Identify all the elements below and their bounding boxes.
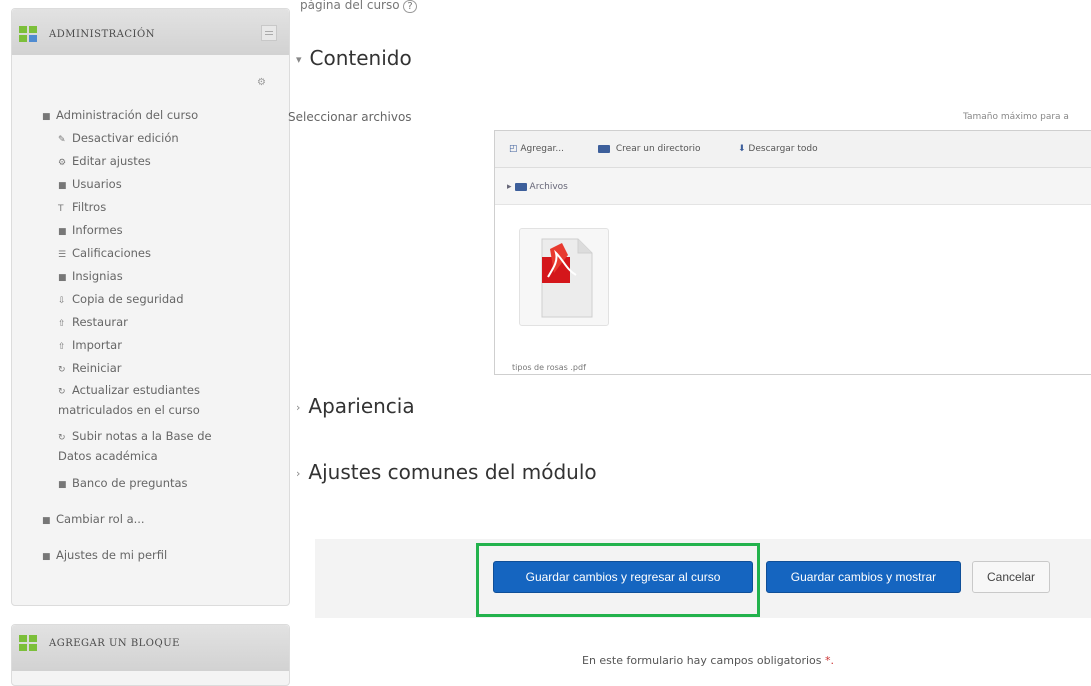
administration-block-header: ADMINISTRACIÓN <box>12 9 289 55</box>
tree-item-update-enrolled-students[interactable]: ↻ Actualizar estudiantes matriculados en … <box>58 381 233 419</box>
add-block-icon <box>19 635 37 651</box>
folder-icon: ■ <box>42 516 51 526</box>
add-block-title: AGREGAR UN BLOQUE <box>49 638 180 649</box>
import-icon: ⇧ <box>58 342 66 352</box>
tree-item-edit-settings[interactable]: ⚙ Editar ajustes <box>58 154 151 170</box>
tree-item-reports[interactable]: ■ Informes <box>58 223 123 239</box>
course-page-text: página del curso ? <box>300 0 417 13</box>
refresh-icon: ↻ <box>58 433 66 443</box>
folder-icon: ■ <box>58 181 67 191</box>
add-block-header: AGREGAR UN BLOQUE <box>12 625 289 671</box>
path-breadcrumb[interactable]: ▸ Archivos <box>507 182 568 192</box>
file-manager-path-bar: ▸ Archivos <box>495 168 1091 205</box>
folder-icon: ■ <box>58 480 67 490</box>
tree-item-question-bank[interactable]: ■ Banco de preguntas <box>58 476 188 492</box>
dock-block-icon[interactable] <box>261 25 277 41</box>
tree-item-users[interactable]: ■ Usuarios <box>58 177 122 193</box>
block-icon <box>19 26 37 42</box>
tree-item-reset[interactable]: ↻ Reiniciar <box>58 361 122 377</box>
gear-icon: ⚙ <box>58 158 67 168</box>
add-block-block: AGREGAR UN BLOQUE <box>11 624 290 686</box>
folder-icon: ■ <box>58 227 67 237</box>
section-apariencia-header[interactable]: › Apariencia <box>296 394 415 418</box>
tree-item-profile-settings[interactable]: ■ Ajustes de mi perfil <box>42 548 167 564</box>
required-fields-note: En este formulario hay campos obligatori… <box>582 654 835 667</box>
tree-item-upload-grades[interactable]: ↻ Subir notas a la Base de Datos académic… <box>58 427 233 465</box>
tree-item-course-admin[interactable]: ■ Administración del curso <box>42 108 198 124</box>
required-star: *. <box>825 654 835 667</box>
file-name[interactable]: tipos de rosas .pdf <box>512 363 586 372</box>
main-content: página del curso ? ▾ Contenido Selecciona… <box>288 0 1091 668</box>
folder-icon: ■ <box>58 273 67 283</box>
expand-arrow-icon: › <box>296 467 301 480</box>
refresh-icon: ↻ <box>58 387 66 397</box>
restore-icon: ⇧ <box>58 319 66 329</box>
max-size-text: Tamaño máximo para a <box>963 112 1069 122</box>
backup-icon: ⇩ <box>58 296 66 306</box>
folder-icon: ■ <box>42 112 51 122</box>
download-icon: ⬇ <box>738 144 746 154</box>
chevron-right-icon: ▸ <box>507 182 512 192</box>
tree-item-switch-role[interactable]: ■ Cambiar rol a... <box>42 512 145 528</box>
highlight-box <box>476 543 760 617</box>
folder-icon: ■ <box>42 552 51 562</box>
cancel-button[interactable]: Cancelar <box>972 561 1050 593</box>
block-settings-gear-icon[interactable]: ⚙ <box>257 77 266 88</box>
expand-arrow-icon: › <box>296 401 301 414</box>
folder-icon <box>598 144 610 153</box>
save-and-display-button[interactable]: Guardar cambios y mostrar <box>766 561 961 593</box>
section-contenido-header[interactable]: ▾ Contenido <box>296 46 412 70</box>
add-file-icon: ◰ <box>509 144 518 154</box>
help-icon[interactable]: ? <box>403 0 417 13</box>
pdf-file-icon <box>541 238 593 318</box>
tree-item-backup[interactable]: ⇩ Copia de seguridad <box>58 292 184 308</box>
create-directory-button[interactable]: Crear un directorio <box>595 144 701 154</box>
folder-icon <box>514 182 527 191</box>
pencil-icon: ✎ <box>58 135 66 145</box>
tree-item-badges[interactable]: ■ Insignias <box>58 269 123 285</box>
file-manager: ◰ Agregar... Crear un directorio ⬇ Desca… <box>494 130 1091 375</box>
tree-item-import[interactable]: ⇧ Importar <box>58 338 122 354</box>
section-ajustes-comunes-header[interactable]: › Ajustes comunes del módulo <box>296 460 597 484</box>
select-files-label: Seleccionar archivos <box>288 110 412 124</box>
administration-block: ADMINISTRACIÓN ⚙ ■ Administración del cur… <box>11 8 290 606</box>
tree-item-disable-editing[interactable]: ✎ Desactivar edición <box>58 131 179 147</box>
tree-item-filters[interactable]: T Filtros <box>58 200 106 216</box>
reset-icon: ↻ <box>58 365 66 375</box>
collapse-arrow-icon: ▾ <box>296 53 302 66</box>
tree-item-restore[interactable]: ⇧ Restaurar <box>58 315 128 331</box>
file-tile[interactable] <box>519 228 609 326</box>
administration-block-title: ADMINISTRACIÓN <box>49 29 155 40</box>
filter-icon: T <box>58 204 64 214</box>
download-all-button[interactable]: ⬇ Descargar todo <box>738 144 818 154</box>
file-manager-toolbar: ◰ Agregar... Crear un directorio ⬇ Desca… <box>495 131 1091 168</box>
tree-item-grades[interactable]: ☰ Calificaciones <box>58 246 151 262</box>
add-file-button[interactable]: ◰ Agregar... <box>509 144 564 154</box>
grades-icon: ☰ <box>58 250 67 260</box>
